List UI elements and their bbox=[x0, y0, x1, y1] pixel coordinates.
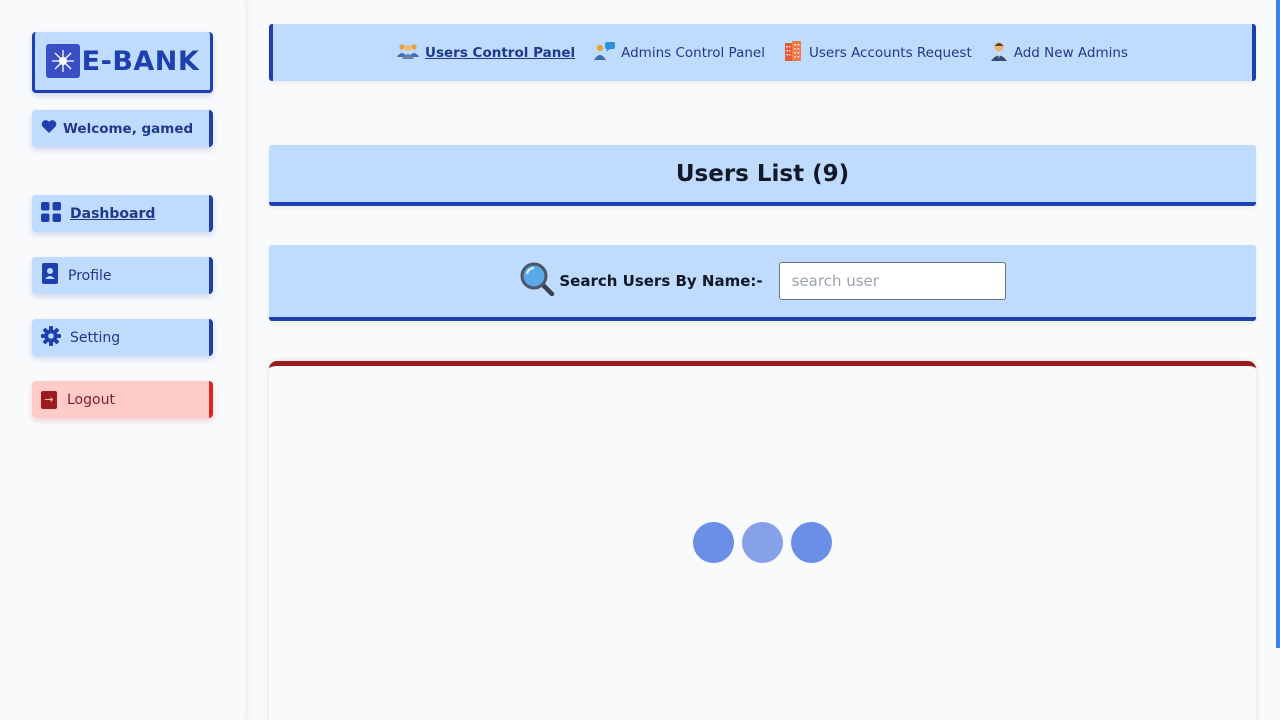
tab-label: Users Accounts Request bbox=[808, 44, 972, 61]
loader-dot bbox=[742, 522, 783, 563]
loader-dot bbox=[791, 522, 832, 563]
tab-label: Users Control Panel bbox=[425, 44, 576, 61]
search-panel: Search Users By Name:- bbox=[269, 245, 1256, 321]
logout-label: Logout bbox=[67, 391, 115, 408]
sidebar-item-profile[interactable]: Profile bbox=[32, 257, 213, 294]
sidebar-item-setting[interactable]: Setting bbox=[32, 319, 213, 356]
building-icon bbox=[783, 40, 803, 65]
sidebar-item-dashboard[interactable]: Dashboard bbox=[32, 195, 213, 232]
search-label: Search Users By Name:- bbox=[559, 272, 763, 290]
grid-icon bbox=[41, 201, 61, 226]
loading-indicator bbox=[693, 522, 840, 563]
scrollbar[interactable] bbox=[1276, 0, 1280, 648]
contact-book-icon bbox=[41, 263, 59, 288]
users-group-icon bbox=[397, 43, 420, 63]
brand-name: E-BANK bbox=[81, 45, 200, 77]
sidebar-item-label: Setting bbox=[70, 329, 121, 346]
gear-icon bbox=[41, 325, 61, 350]
admin-person-icon bbox=[990, 41, 1008, 65]
welcome-text: Welcome, gamed bbox=[63, 120, 194, 137]
heart-icon bbox=[41, 119, 57, 138]
tab-admins-control-panel[interactable]: Admins Control Panel bbox=[593, 41, 765, 64]
page-title: Users List (9) bbox=[675, 160, 850, 187]
tab-label: Admins Control Panel bbox=[621, 44, 765, 61]
search-input[interactable] bbox=[778, 262, 1006, 300]
loader-dot bbox=[693, 522, 734, 563]
logout-icon: → bbox=[41, 390, 57, 409]
tab-users-accounts-request[interactable]: Users Accounts Request bbox=[783, 40, 972, 65]
admin-chat-icon bbox=[593, 41, 616, 64]
tab-label: Add New Admins bbox=[1013, 44, 1128, 61]
users-list-header: Users List (9) bbox=[269, 145, 1256, 206]
users-list-panel bbox=[269, 361, 1256, 720]
magnifier-icon bbox=[519, 261, 555, 301]
star-burst-icon bbox=[45, 44, 80, 78]
tab-add-new-admins[interactable]: Add New Admins bbox=[990, 41, 1128, 65]
sidebar-item-label: Dashboard bbox=[70, 205, 156, 222]
tab-users-control-panel[interactable]: Users Control Panel bbox=[397, 43, 575, 63]
sidebar-item-label: Profile bbox=[68, 267, 112, 284]
welcome-badge: Welcome, gamed bbox=[32, 110, 213, 147]
brand-logo[interactable]: E-BANK bbox=[32, 32, 213, 93]
sidebar: E-BANK Welcome, gamed Dashboard Profile … bbox=[0, 0, 245, 720]
logout-button[interactable]: → Logout bbox=[32, 381, 213, 418]
admin-top-nav: Users Control Panel Admins Control Panel bbox=[269, 24, 1256, 81]
